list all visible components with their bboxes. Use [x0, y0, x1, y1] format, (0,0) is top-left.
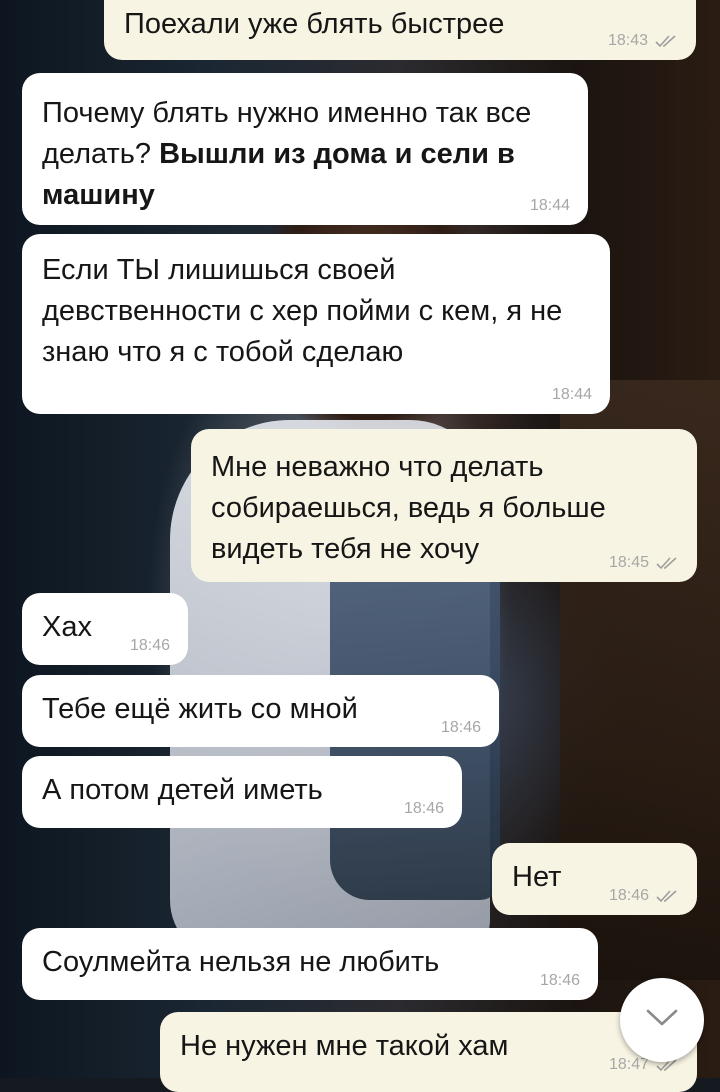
message-incoming[interactable]: А потом детей иметь 18:46 — [22, 756, 462, 828]
message-meta: 18:46 — [130, 637, 170, 655]
double-check-icon — [654, 34, 678, 48]
message-incoming[interactable]: Хах 18:46 — [22, 593, 188, 665]
message-meta: 18:44 — [530, 197, 570, 215]
message-incoming[interactable]: Почему блять нужно именно так все делать… — [22, 73, 588, 225]
message-outgoing[interactable]: Не нужен мне такой хам 18:47 — [160, 1012, 697, 1092]
scroll-down-button[interactable] — [620, 978, 704, 1062]
message-text: Тебе ещё жить со мной — [42, 693, 358, 725]
message-text: Если ТЫ лишишься своей девственности с х… — [42, 254, 563, 368]
message-text: Соулмейта нельзя не любить — [42, 946, 440, 978]
message-text: Мне неважно что делать собираешься, ведь… — [211, 451, 606, 565]
message-text: Поехали уже блять быстрее — [124, 8, 505, 40]
message-incoming[interactable]: Тебе ещё жить со мной 18:46 — [22, 675, 499, 747]
message-incoming[interactable]: Соулмейта нельзя не любить 18:46 — [22, 928, 598, 1000]
message-time: 18:46 — [440, 719, 481, 736]
message-time: 18:45 — [608, 554, 649, 571]
message-meta: 18:46 — [609, 887, 679, 905]
message-outgoing[interactable]: Поехали уже блять быстрее 18:43 — [104, 0, 696, 60]
message-meta: 18:43 — [608, 32, 678, 50]
message-outgoing[interactable]: Мне неважно что делать собираешься, ведь… — [191, 429, 697, 582]
message-time: 18:46 — [539, 972, 580, 989]
message-time: 18:46 — [129, 637, 170, 654]
double-check-icon — [655, 556, 679, 570]
chevron-down-icon — [645, 1008, 679, 1033]
message-time: 18:47 — [608, 1056, 649, 1073]
message-meta: 18:44 — [552, 386, 592, 404]
message-text: А потом детей иметь — [42, 774, 323, 806]
message-text: Почему блять нужно именно так все делать… — [42, 93, 568, 216]
message-time: 18:44 — [529, 197, 570, 214]
message-time: 18:43 — [607, 32, 648, 49]
message-text: Не нужен мне такой хам — [180, 1030, 509, 1062]
message-meta: 18:46 — [540, 972, 580, 990]
message-time: 18:46 — [403, 800, 444, 817]
message-meta: 18:46 — [441, 719, 481, 737]
message-outgoing[interactable]: Нет 18:46 — [492, 843, 697, 915]
message-time: 18:46 — [608, 887, 649, 904]
message-time: 18:44 — [551, 386, 592, 403]
message-meta: 18:46 — [404, 800, 444, 818]
message-incoming[interactable]: Если ТЫ лишишься своей девственности с х… — [22, 234, 610, 414]
double-check-icon — [655, 889, 679, 903]
message-meta: 18:45 — [609, 554, 679, 572]
